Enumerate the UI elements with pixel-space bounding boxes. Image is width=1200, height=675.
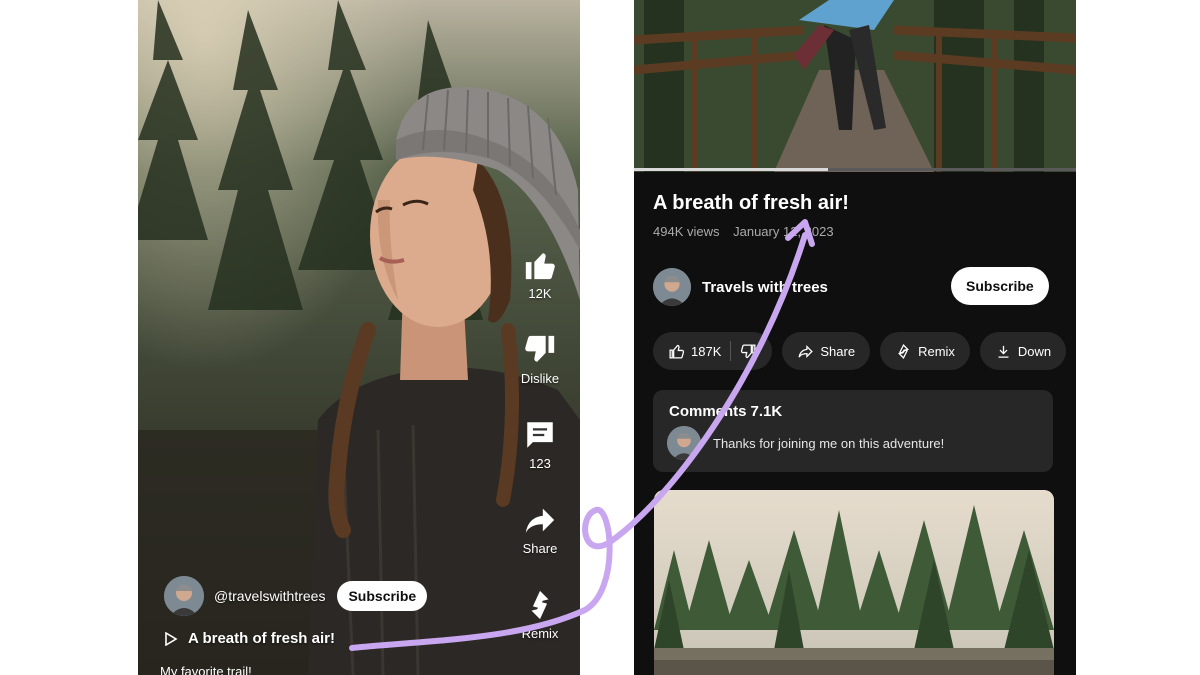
comments-label: Comments <box>669 403 747 420</box>
comments-count: 7.1K <box>750 403 783 420</box>
play-outline-icon <box>165 631 178 646</box>
remix-label: Remix <box>918 343 955 359</box>
channel-row[interactable]: Travels with trees <box>653 268 828 306</box>
commenter-avatar <box>667 426 701 460</box>
remix-button[interactable]: Remix <box>510 588 570 641</box>
download-icon <box>998 345 1009 358</box>
like-button[interactable]: 12K <box>510 248 570 301</box>
thumbs-down-icon <box>525 335 555 362</box>
share-label: Share <box>820 343 856 359</box>
shorts-channel-row: @travelswithtrees Subscribe <box>164 576 428 616</box>
video-player[interactable] <box>634 0 1076 172</box>
channel-avatar[interactable] <box>164 576 204 616</box>
watch-page: A breath of fresh air! 494K views Januar… <box>634 0 1076 675</box>
subscribe-button[interactable]: Subscribe <box>951 267 1049 305</box>
thumbs-up-icon <box>525 253 555 280</box>
comment-icon <box>527 422 553 448</box>
shorts-description: My favorite trail! <box>160 664 252 675</box>
download-label: Down <box>1017 343 1052 359</box>
video-title: A breath of fresh air! <box>653 192 849 214</box>
comments-header: Comments 7.1K <box>669 403 786 420</box>
subscribe-button[interactable]: Subscribe <box>337 581 428 611</box>
thumbs-down-icon <box>741 343 756 358</box>
channel-avatar[interactable] <box>653 268 691 306</box>
next-video-thumbnail[interactable] <box>654 490 1054 675</box>
share-icon <box>525 508 555 533</box>
shorts-title-text: A breath of fresh air! <box>188 630 335 647</box>
progress-fill <box>634 168 829 171</box>
upload-date: January 12, 2023 <box>733 224 834 239</box>
remix-label: Remix <box>521 626 559 641</box>
top-comment: Thanks for joining me on this adventure! <box>667 426 944 460</box>
top-comment-text: Thanks for joining me on this adventure! <box>713 435 945 451</box>
download-chip[interactable]: Down <box>979 332 1067 370</box>
video-meta: 494K views January 12, 2023 <box>653 224 844 239</box>
remix-chip[interactable]: Remix <box>880 332 970 370</box>
shorts-video-title[interactable]: A breath of fresh air! <box>164 630 335 647</box>
bridge-thumbnail <box>634 0 1076 172</box>
action-chips: 187K Share Remix Down <box>653 332 1076 370</box>
comments-button[interactable]: 123 <box>510 418 570 471</box>
lake-forest-thumbnail <box>654 490 1054 675</box>
dislike-button[interactable]: Dislike <box>510 333 570 386</box>
like-count: 12K <box>528 286 552 301</box>
shorts-player[interactable]: 12K Dislike 123 Share Remix @travelswith… <box>138 0 580 675</box>
view-count: 494K views <box>653 224 720 239</box>
channel-handle[interactable]: @travelswithtrees <box>214 588 325 604</box>
comments-panel[interactable]: Comments 7.1K Thanks for joining me on th… <box>653 390 1053 472</box>
stage: 12K Dislike 123 Share Remix @travelswith… <box>0 0 1200 675</box>
like-dislike-chip[interactable]: 187K <box>653 332 773 370</box>
thumbs-up-icon <box>669 344 685 359</box>
comment-count: 123 <box>529 456 551 471</box>
chip-divider <box>730 341 732 361</box>
share-icon <box>798 344 814 358</box>
share-button[interactable]: Share <box>510 503 570 556</box>
remix-icon <box>898 343 910 359</box>
share-chip[interactable]: Share <box>782 332 871 370</box>
like-count: 187K <box>691 343 722 359</box>
video-progress-bar[interactable] <box>634 168 1076 171</box>
share-label: Share <box>522 541 558 556</box>
remix-icon <box>531 590 549 620</box>
dislike-label: Dislike <box>520 371 560 386</box>
channel-name[interactable]: Travels with trees <box>702 279 828 296</box>
